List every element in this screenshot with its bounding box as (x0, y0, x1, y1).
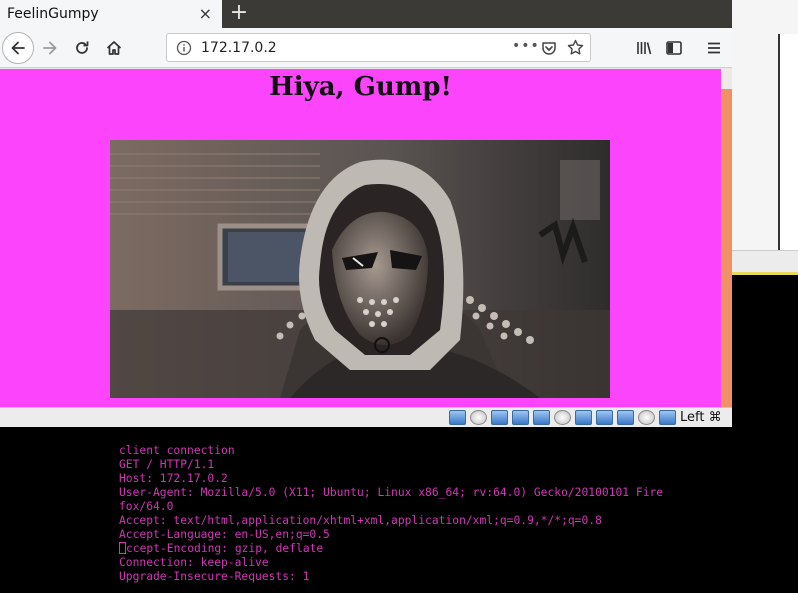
usb-icon[interactable] (533, 410, 550, 425)
optical-drive-icon[interactable] (470, 410, 487, 425)
bookmark-star-icon[interactable] (567, 39, 584, 60)
url-text[interactable]: 172.17.0.2 (201, 40, 277, 56)
hard-disk-icon[interactable] (449, 410, 466, 425)
terminal-line: GET / HTTP/1.1 (119, 458, 215, 471)
sidebar-icon (666, 41, 682, 55)
page-content: Hiya, Gump! (0, 69, 721, 407)
host-key-label: Left ⌘ (680, 410, 722, 425)
library-icon (637, 42, 652, 55)
navigation-toolbar: 172.17.0.2 ••• (0, 28, 732, 68)
reload-icon (76, 41, 89, 54)
pocket-icon[interactable] (541, 40, 557, 60)
terminal-line: fox/64.0 (119, 500, 174, 513)
browser-window: FeelinGumpy × + 172.17.0.2 ••• Hiya, Gum… (0, 0, 732, 427)
vm-status-icons (449, 410, 676, 425)
terminal-window[interactable]: client connection GET / HTTP/1.1 Host: 1… (0, 427, 798, 593)
page-heading: Hiya, Gump! (269, 72, 452, 102)
reload-button[interactable] (68, 34, 96, 62)
keyboard-capture-icon[interactable] (659, 410, 676, 425)
terminal-line: client connection (119, 444, 235, 457)
url-bar[interactable]: 172.17.0.2 ••• (166, 33, 591, 62)
sidebar-button[interactable] (660, 34, 688, 62)
back-button[interactable] (2, 32, 34, 64)
background-window-divider (732, 272, 798, 275)
tab-close-icon[interactable]: × (199, 4, 212, 23)
network-icon[interactable] (512, 410, 529, 425)
terminal-line: User-Agent: Mozilla/5.0 (X11; Ubuntu; Li… (119, 486, 664, 499)
terminal-line: Accept: text/html,application/xhtml+xml,… (119, 514, 602, 527)
display-icon[interactable] (575, 410, 592, 425)
hooded-masked-figure-image (110, 140, 610, 398)
tab-bar: FeelinGumpy × + (0, 0, 732, 28)
new-tab-button[interactable]: + (228, 0, 250, 28)
cpu-icon[interactable] (617, 410, 634, 425)
library-button[interactable] (630, 34, 658, 62)
terminal-cursor (119, 542, 126, 554)
terminal-line-cursor: ccept-Encoding: gzip, deflate (119, 542, 323, 556)
terminal-line-text: ccept-Encoding: gzip, deflate (126, 542, 324, 555)
menu-icon (708, 42, 720, 54)
scrollbar-thumb[interactable] (721, 89, 732, 407)
terminal-line: Connection: keep-alive (119, 556, 269, 569)
audio-icon[interactable] (491, 410, 508, 425)
terminal-line: Upgrade-Insecure-Requests: 1 (119, 570, 310, 583)
shared-folders-icon[interactable] (554, 410, 571, 425)
vertical-scrollbar[interactable] (721, 69, 732, 407)
menu-button[interactable] (700, 34, 728, 62)
info-icon[interactable] (176, 40, 192, 60)
video-capture-icon[interactable] (596, 410, 613, 425)
home-icon (106, 41, 122, 55)
terminal-line: Host: 172.17.0.2 (119, 472, 228, 485)
tab-feelingumpy[interactable]: FeelinGumpy × (0, 0, 222, 28)
background-window-panel (778, 34, 798, 250)
page-actions-icon[interactable]: ••• (512, 38, 540, 54)
forward-icon (43, 41, 57, 55)
home-button[interactable] (100, 34, 128, 62)
forward-button[interactable] (36, 34, 64, 62)
mouse-integration-icon[interactable] (638, 410, 655, 425)
hero-image (110, 140, 610, 398)
back-icon (11, 41, 25, 55)
vm-status-bar: Left ⌘ (0, 407, 732, 427)
terminal-line: Accept-Language: en-US,en;q=0.5 (119, 528, 330, 541)
desktop: FeelinGumpy × + 172.17.0.2 ••• Hiya, Gum… (0, 0, 798, 593)
tab-title: FeelinGumpy (7, 6, 99, 22)
background-window[interactable] (732, 0, 798, 275)
